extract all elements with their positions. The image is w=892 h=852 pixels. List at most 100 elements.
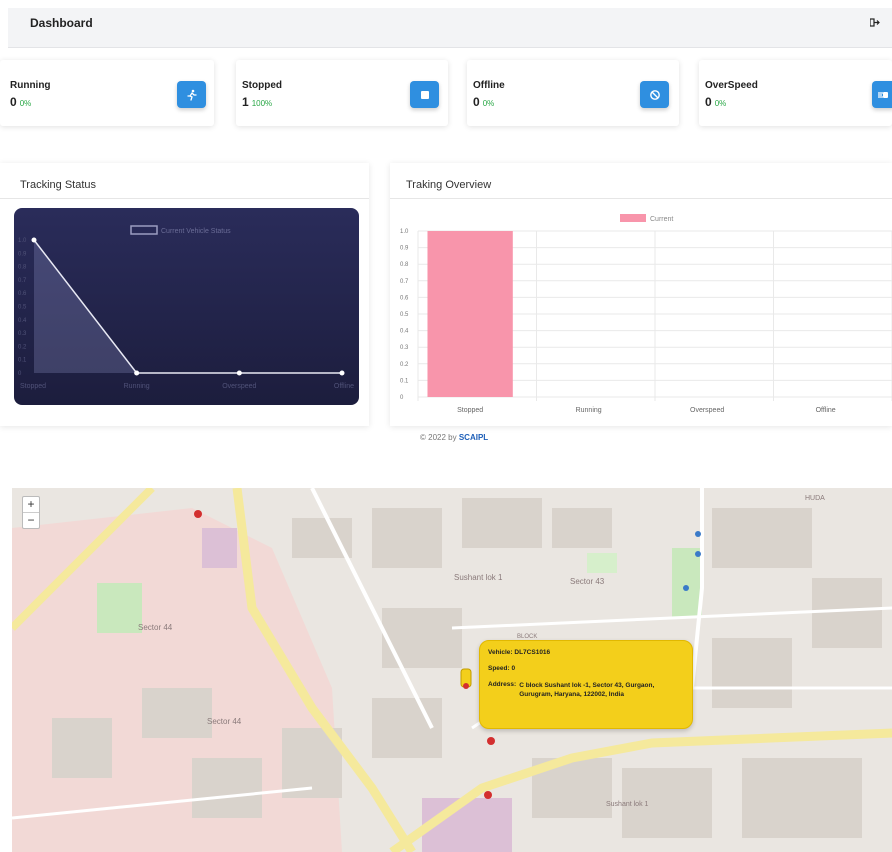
stat-percent: 100% xyxy=(251,99,273,108)
stat-percent: 0% xyxy=(482,99,495,108)
sign-out-icon[interactable] xyxy=(869,18,880,29)
stop-square-icon[interactable] xyxy=(410,81,439,108)
park-area xyxy=(97,583,142,633)
stat-label: Stopped xyxy=(242,80,282,91)
map-label: Sushant lok 1 xyxy=(606,801,649,808)
data-point xyxy=(134,370,140,376)
overview-bar-chart: Current 0 0.1 0.2 0.3 0.4 0.5 0.6 0.7 0.8 0.9 1.0 St… xyxy=(400,214,892,414)
x-tick-label: Overspeed xyxy=(222,383,256,390)
data-point xyxy=(31,237,37,243)
stat-card-offline: Offline 0 0% xyxy=(467,60,679,126)
stat-label: Offline xyxy=(473,80,505,91)
data-point xyxy=(236,370,242,376)
popup-address-label: Address: xyxy=(488,681,517,688)
hospital-marker xyxy=(487,737,495,745)
park-area xyxy=(672,548,702,618)
y-tick-label: 0 xyxy=(400,395,404,401)
x-tick-label: Running xyxy=(576,407,602,414)
y-tick-label: 0.4 xyxy=(400,329,409,335)
vehicle-marker-pin xyxy=(463,683,469,689)
map-label: Sector 44 xyxy=(207,717,242,726)
stat-card-running: Running 0 0% xyxy=(0,60,214,126)
zoom-in-button[interactable]: + xyxy=(23,497,39,513)
y-tick-label: 1.0 xyxy=(400,229,409,235)
status-line-chart: Current Vehicle Status 0 0.1 0.2 0.3 0.4 0.5 0.… xyxy=(18,225,354,390)
stat-card-stopped: Stopped 1 100% xyxy=(236,60,448,126)
dashboard-page: Dashboard Running 0 0% Stopped 1 100% Offl… xyxy=(0,0,892,852)
y-tick-label: 0.9 xyxy=(400,246,409,252)
x-tick-label: Stopped xyxy=(20,383,46,390)
popup-speed-row: Speed: 0 xyxy=(488,665,684,672)
vehicle-popup: Vehicle: DL7CS1016 Speed: 0 Address: C b… xyxy=(479,640,693,729)
y-tick-label: 0.1 xyxy=(18,358,27,364)
bar xyxy=(427,231,513,397)
y-tick-label: 0.5 xyxy=(18,305,27,311)
popup-address-row: Address: C block Sushant lok -1, Sector … xyxy=(488,681,684,699)
y-tick-label: 0.8 xyxy=(400,262,409,268)
x-tick-label: Stopped xyxy=(457,407,483,414)
park-area xyxy=(587,553,617,573)
popup-address-value: C block Sushant lok -1, Sector 43, Gurga… xyxy=(519,682,655,698)
map-tiles: Sector 44 Sector 44 Sushant lok 1 Sector… xyxy=(12,488,892,852)
x-tick-label: Offline xyxy=(334,383,354,390)
popup-vehicle-value: DL7CS1016 xyxy=(514,649,551,656)
data-point xyxy=(339,370,345,376)
fast-vehicle-icon[interactable] xyxy=(872,81,892,108)
transit-marker xyxy=(695,551,701,557)
stat-label: OverSpeed xyxy=(705,80,758,91)
hospital-marker xyxy=(194,510,202,518)
y-tick-label: 0.3 xyxy=(400,345,409,351)
transit-marker xyxy=(695,531,701,537)
transit-marker xyxy=(683,585,689,591)
page-title: Dashboard xyxy=(30,16,93,30)
y-tick-label: 0 xyxy=(18,371,22,377)
y-tick-label: 0.5 xyxy=(400,312,409,318)
running-person-icon[interactable] xyxy=(177,81,206,108)
footer-text: © 2022 by xyxy=(420,433,457,442)
map-view[interactable]: Sector 44 Sector 44 Sushant lok 1 Sector… xyxy=(12,488,892,852)
y-tick-label: 0.6 xyxy=(400,295,409,301)
y-tick-label: 0.2 xyxy=(18,344,27,350)
footer-brand-link[interactable]: SCAIPL xyxy=(459,433,488,442)
y-tick-label: 0.1 xyxy=(400,378,409,384)
ban-icon[interactable] xyxy=(640,81,669,108)
institutional-area xyxy=(202,528,237,568)
stat-value: 0 0% xyxy=(473,95,495,109)
zoom-out-button[interactable]: − xyxy=(23,513,39,528)
panel-title: Tracking Status xyxy=(0,163,369,199)
y-tick-label: 0.7 xyxy=(400,279,409,285)
stat-value: 0 0% xyxy=(10,95,32,109)
map-label: Sushant lok 1 xyxy=(454,573,503,582)
y-tick-label: 1.0 xyxy=(18,238,27,244)
tracking-status-chart: Current Vehicle Status 0 0.1 0.2 0.3 0.4 0.5 0.… xyxy=(14,208,359,405)
popup-speed-label: Speed: xyxy=(488,665,510,672)
top-bar: Dashboard xyxy=(8,8,892,48)
stat-label: Running xyxy=(10,80,51,91)
x-tick-label: Overspeed xyxy=(690,407,724,414)
stat-value: 1 100% xyxy=(242,95,273,109)
popup-speed-value: 0 xyxy=(511,665,516,672)
stat-card-overspeed: OverSpeed 0 0% xyxy=(699,60,892,126)
map-label: HUDA xyxy=(805,495,825,502)
y-tick-label: 0.7 xyxy=(18,278,27,284)
stat-percent: 0% xyxy=(19,99,32,108)
legend-label: Current Vehicle Status xyxy=(161,228,231,235)
y-tick-label: 0.6 xyxy=(18,291,27,297)
stat-value: 0 0% xyxy=(705,95,727,109)
series-area xyxy=(34,240,342,373)
map-label: Sector 44 xyxy=(138,623,173,632)
zoom-control: + − xyxy=(22,496,40,529)
x-tick-label: Running xyxy=(124,383,150,390)
map-label: Sector 43 xyxy=(570,577,605,586)
popup-vehicle-label: Vehicle: xyxy=(488,649,513,656)
panel-title: Traking Overview xyxy=(390,163,892,199)
legend-label: Current xyxy=(650,216,673,223)
tracking-overview-panel: Traking Overview Current 0 0.1 0.2 0.3 0.4 0.5… xyxy=(390,163,892,426)
y-tick-label: 0.2 xyxy=(400,362,409,368)
y-tick-label: 0.4 xyxy=(18,318,27,324)
legend-swatch xyxy=(130,225,158,235)
footer: © 2022 by SCAIPL xyxy=(420,433,488,442)
x-tick-label: Offline xyxy=(816,407,836,414)
legend-swatch xyxy=(620,214,646,222)
y-tick-label: 0.3 xyxy=(18,331,27,337)
